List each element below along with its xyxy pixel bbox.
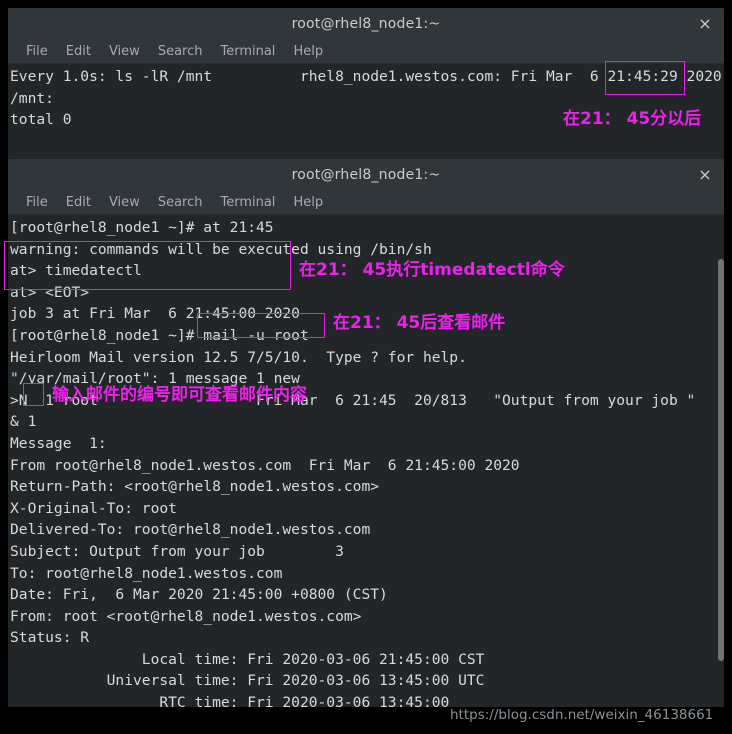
terminal-line: warning: commands will be executed using…	[10, 240, 432, 258]
menu-item-view[interactable]: View	[101, 193, 148, 212]
window-title-bottom: root@rhel8_node1:~	[291, 166, 441, 183]
terminal-line: Return-Path: <root@rhel8_node1.westos.co…	[10, 478, 380, 496]
terminal-line: Universal time: Fri 2020-03-06 13:45:00 …	[10, 672, 485, 690]
screenshot-root: root@rhel8_node1:~ × File Edit View Sear…	[0, 0, 732, 734]
terminal-line: & 1	[10, 413, 37, 431]
menu-item-edit[interactable]: Edit	[58, 42, 99, 61]
menu-item-terminal[interactable]: Terminal	[212, 193, 283, 212]
terminal-line: Status: R	[10, 629, 90, 647]
annotation-text-run-timedatectl: 在21： 45执行timedatectl命令	[299, 260, 565, 280]
terminal-line: Date: Fri, 6 Mar 2020 21:45:00 +0800 (CS…	[10, 586, 388, 604]
terminal-line: Message 1:	[10, 434, 107, 452]
terminal-line: [root@rhel8_node1 ~]# at 21:45	[10, 219, 274, 236]
annotation-text-enter-mail-number: 输入邮件的编号即可查看邮件内容	[52, 385, 307, 405]
close-icon[interactable]: ×	[696, 14, 714, 33]
terminal-output-bottom[interactable]: [root@rhel8_node1 ~]# at 21:45 warning: …	[8, 215, 724, 707]
watermark-url: https://blog.csdn.net/weixin_46138661	[450, 707, 714, 723]
menu-item-help[interactable]: Help	[285, 193, 331, 212]
titlebar-top[interactable]: root@rhel8_node1:~ ×	[8, 8, 724, 39]
menu-item-file[interactable]: File	[18, 193, 56, 212]
terminal-window-top[interactable]: root@rhel8_node1:~ × File Edit View Sear…	[8, 8, 724, 160]
menu-item-file[interactable]: File	[18, 42, 56, 61]
terminal-scrollbar[interactable]	[718, 215, 724, 707]
terminal-line: Local time: Fri 2020-03-06 21:45:00 CST	[10, 650, 485, 668]
menu-item-terminal[interactable]: Terminal	[212, 42, 283, 61]
terminal-window-bottom[interactable]: root@rhel8_node1:~ × File Edit View Sear…	[8, 159, 724, 707]
terminal-line: To: root@rhel8_node1.westos.com	[10, 564, 283, 582]
terminal-line: Subject: Output from your job 3	[10, 542, 344, 560]
terminal-line: Every 1.0s: ls -lR /mnt rhel8_node1.west…	[10, 68, 722, 85]
menu-item-help[interactable]: Help	[285, 42, 331, 61]
menu-item-search[interactable]: Search	[150, 193, 211, 212]
menu-item-edit[interactable]: Edit	[58, 193, 99, 212]
terminal-line: Heirloom Mail version 12.5 7/5/10. Type …	[10, 348, 467, 366]
terminal-line: Delivered-To: root@rhel8_node1.westos.co…	[10, 521, 371, 539]
menubar-top[interactable]: File Edit View Search Terminal Help	[8, 39, 724, 64]
terminal-line: From root@rhel8_node1.westos.com Fri Mar…	[10, 456, 520, 474]
annotation-text-check-mail: 在21： 45后查看邮件	[333, 313, 506, 333]
menubar-bottom[interactable]: File Edit View Search Terminal Help	[8, 190, 724, 215]
terminal-line: /mnt:	[10, 89, 54, 107]
annotation-text-after-2145: 在21： 45分以后	[563, 109, 702, 129]
terminal-line: RTC time: Fri 2020-03-06 13:45:00	[10, 694, 450, 707]
close-icon[interactable]: ×	[696, 165, 714, 184]
terminal-line: From: root <root@rhel8_node1.westos.com>	[10, 607, 362, 625]
terminal-scrollbar-thumb[interactable]	[718, 259, 724, 661]
terminal-line: X-Original-To: root	[10, 499, 177, 517]
terminal-line: at> <EOT>	[10, 283, 90, 301]
titlebar-bottom[interactable]: root@rhel8_node1:~ ×	[8, 159, 724, 190]
window-title-top: root@rhel8_node1:~	[291, 15, 441, 32]
menu-item-view[interactable]: View	[101, 42, 148, 61]
menu-item-search[interactable]: Search	[150, 42, 211, 61]
